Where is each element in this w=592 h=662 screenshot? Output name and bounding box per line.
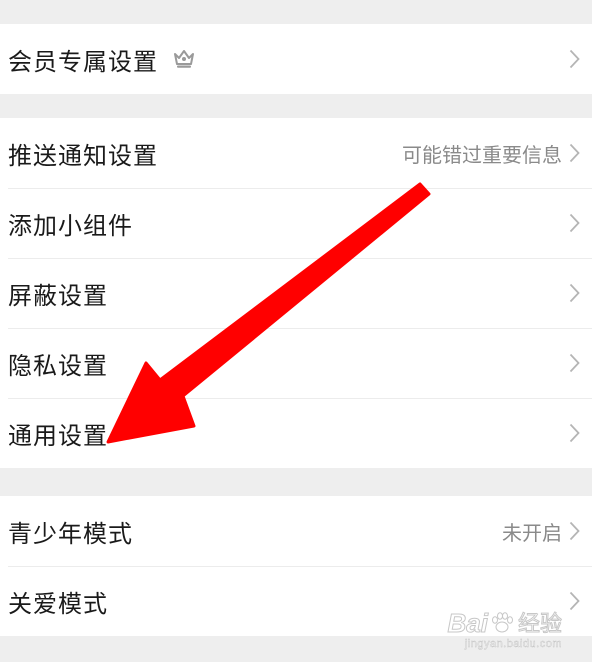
chevron-right-icon (569, 591, 580, 611)
crown-icon (174, 50, 194, 68)
chevron-right-icon (569, 521, 580, 541)
teen-mode-label: 青少年模式 (8, 519, 133, 548)
settings-page: 会员专属设置 推送通知设置 可能错过重要信息 添加小组件 屏蔽设置 隐私设置 通… (0, 0, 592, 662)
teen-mode-row[interactable]: 青少年模式 未开启 (0, 496, 592, 566)
chevron-right-icon (569, 143, 580, 163)
settings-group-vip: 会员专属设置 (0, 24, 592, 94)
vip-settings-label: 会员专属设置 (8, 47, 158, 76)
vip-settings-row[interactable]: 会员专属设置 (0, 24, 592, 94)
block-settings-label: 屏蔽设置 (8, 281, 108, 310)
general-settings-label: 通用设置 (8, 421, 108, 450)
chevron-right-icon (569, 49, 580, 69)
privacy-settings-label: 隐私设置 (8, 351, 108, 380)
settings-group-modes: 青少年模式 未开启 关爱模式 (0, 496, 592, 636)
push-notification-settings-row[interactable]: 推送通知设置 可能错过重要信息 (0, 118, 592, 188)
teen-mode-status: 未开启 (502, 520, 562, 545)
add-widget-label: 添加小组件 (8, 211, 133, 240)
chevron-right-icon (569, 423, 580, 443)
care-mode-label: 关爱模式 (8, 589, 108, 618)
chevron-right-icon (569, 213, 580, 233)
chevron-right-icon (569, 283, 580, 303)
settings-group-general: 推送通知设置 可能错过重要信息 添加小组件 屏蔽设置 隐私设置 通用设置 (0, 118, 592, 468)
privacy-settings-row[interactable]: 隐私设置 (0, 328, 592, 398)
care-mode-row[interactable]: 关爱模式 (0, 566, 592, 636)
watermark-url: jingyan.baidu.com (464, 638, 562, 650)
chevron-right-icon (569, 353, 580, 373)
push-notification-settings-label: 推送通知设置 (8, 141, 158, 170)
add-widget-row[interactable]: 添加小组件 (0, 188, 592, 258)
general-settings-row[interactable]: 通用设置 (0, 398, 592, 468)
push-notification-hint: 可能错过重要信息 (402, 142, 562, 167)
block-settings-row[interactable]: 屏蔽设置 (0, 258, 592, 328)
